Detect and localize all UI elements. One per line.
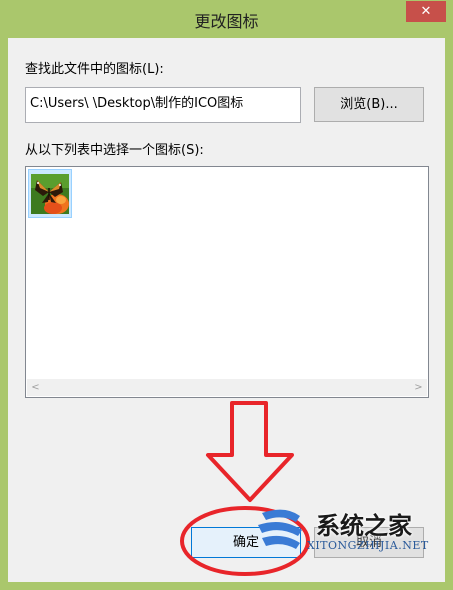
select-icon-label: 从以下列表中选择一个图标(S): (25, 143, 204, 158)
icon-file-path-input[interactable]: C:\Users\ \Desktop\制作的ICO图标 (25, 87, 301, 123)
dialog-body: 查找此文件中的图标(L): C:\Users\ \Desktop\制作的ICO图… (8, 38, 445, 582)
ok-button[interactable]: 确定 (191, 527, 301, 558)
title-bar: 更改图标 ✕ (0, 0, 453, 38)
browse-button[interactable]: 浏览(B)... (314, 87, 424, 122)
close-icon: ✕ (420, 4, 432, 19)
butterfly-flower-icon (31, 174, 69, 214)
watermark-text: 系统之家 (316, 512, 412, 540)
close-button[interactable]: ✕ (406, 1, 446, 22)
change-icon-dialog: 更改图标 ✕ 查找此文件中的图标(L): C:\Users\ \Desktop\… (0, 0, 453, 590)
scroll-right-icon[interactable]: > (410, 380, 427, 395)
dialog-title: 更改图标 (194, 12, 259, 31)
icon-listbox[interactable]: < > (25, 166, 429, 398)
scroll-left-icon[interactable]: < (27, 380, 44, 395)
watermark-url: XITONGZHIJIA.NET (307, 539, 429, 552)
horizontal-scrollbar[interactable]: < > (27, 379, 427, 396)
find-icons-label: 查找此文件中的图标(L): (25, 62, 164, 77)
icon-list-item[interactable] (28, 169, 72, 218)
